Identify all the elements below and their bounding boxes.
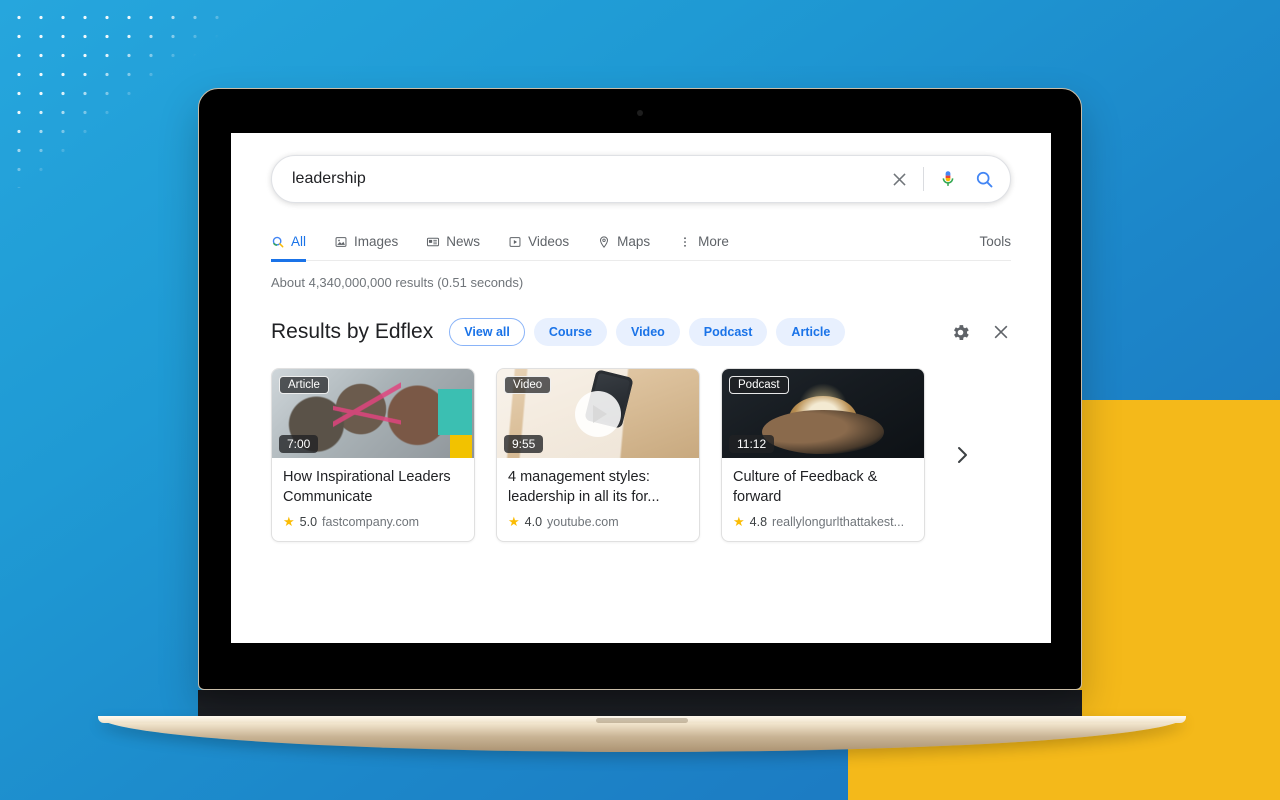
card-body: Culture of Feedback & forward ★ 4.8 real… [722, 458, 924, 541]
tab-label: More [698, 234, 729, 249]
gear-icon [954, 324, 969, 340]
card-rating: 5.0 [299, 515, 318, 529]
card-duration: 7:00 [279, 435, 319, 453]
laptop-base-notch [596, 718, 688, 723]
card-source: fastcompany.com [322, 515, 420, 529]
tab-videos[interactable]: Videos [508, 223, 569, 261]
tab-news[interactable]: News [426, 223, 480, 261]
chip-podcast[interactable]: Podcast [688, 318, 768, 346]
laptop-screen: All Images [231, 133, 1051, 643]
tools-button[interactable]: Tools [979, 234, 1011, 249]
tab-maps[interactable]: Maps [597, 223, 650, 261]
tab-label: Images [354, 234, 399, 249]
laptop-mockup: All Images [98, 88, 1186, 752]
tab-label: All [291, 234, 307, 249]
card-meta: ★ 4.8 reallylongurlthattakest... [733, 514, 913, 530]
tab-images[interactable]: Images [334, 223, 398, 261]
card-meta: ★ 5.0 fastcompany.com [283, 514, 463, 530]
tab-all[interactable]: All [271, 223, 307, 262]
more-vertical-icon [684, 236, 687, 247]
card-source: youtube.com [547, 515, 619, 529]
tab-label: Maps [617, 234, 651, 249]
card-meta: ★ 4.0 youtube.com [508, 514, 688, 530]
carousel-next-button[interactable] [946, 443, 978, 467]
laptop-lid: All Images [198, 88, 1082, 690]
card-body: 4 management styles: leadership in all i… [497, 458, 699, 541]
card-duration: 11:12 [729, 435, 775, 453]
chip-course[interactable]: Course [533, 318, 607, 346]
star-icon: ★ [733, 514, 745, 529]
tab-more[interactable]: More [678, 223, 729, 261]
card-rating: 4.0 [524, 515, 543, 529]
chip-view-all[interactable]: View all [449, 318, 525, 346]
microphone-icon [942, 171, 954, 186]
card-body: How Inspirational Leaders Communicate ★ … [272, 458, 474, 541]
play-button-icon[interactable] [575, 390, 621, 437]
chip-article[interactable]: Article [776, 318, 846, 346]
close-module-button[interactable] [991, 322, 1011, 342]
result-card[interactable]: Podcast 11:12 Culture of Feedback & forw… [721, 368, 925, 542]
result-count: About 4,340,000,000 results (0.51 second… [271, 275, 524, 290]
card-source: reallylongurlthattakest... [772, 515, 905, 529]
search-icon [272, 236, 284, 247]
tab-label: News [446, 234, 481, 249]
clear-search-button[interactable] [881, 161, 917, 197]
edflex-title: Results by Edflex [271, 320, 434, 343]
card-title: 4 management styles: leadership in all i… [508, 469, 660, 505]
card-duration: 9:55 [504, 435, 544, 453]
tab-label: Videos [528, 234, 570, 249]
search-input[interactable] [292, 170, 881, 188]
settings-button[interactable] [950, 322, 971, 343]
chevron-right-icon [958, 447, 967, 463]
card-title: How Inspirational Leaders Communicate [283, 469, 451, 505]
map-pin-icon [600, 235, 609, 248]
decorative-dot-grid [8, 8, 228, 188]
search-results-page: All Images [231, 133, 1051, 542]
newspaper-icon [427, 237, 440, 246]
close-icon [892, 172, 906, 186]
image-icon [335, 236, 347, 247]
card-type-badge: Podcast [729, 376, 789, 394]
card-title: Culture of Feedback & forward [733, 469, 878, 505]
search-bar[interactable] [271, 155, 1011, 203]
card-type-badge: Video [504, 376, 552, 394]
edflex-header: Results by Edflex View all Course Video … [271, 318, 1011, 346]
search-tabs: All Images News Videos Maps More Tools [271, 223, 1011, 262]
voice-search-button[interactable] [930, 161, 966, 197]
card-thumbnail: Podcast 11:12 [722, 369, 924, 458]
card-rating: 4.8 [749, 515, 768, 529]
search-submit-button[interactable] [966, 161, 1002, 197]
video-icon [509, 236, 521, 247]
card-type-badge: Article [279, 376, 329, 394]
card-thumbnail: Article 7:00 [272, 369, 474, 458]
edflex-header-actions [950, 322, 1011, 343]
star-icon: ★ [283, 514, 295, 529]
edflex-filter-chips: View all Course Video Podcast Article [449, 318, 950, 346]
edflex-card-carousel: Article 7:00 How Inspirational Leaders C… [271, 368, 1011, 542]
webcam-dot [637, 110, 643, 116]
close-icon [994, 325, 1008, 339]
search-icon [976, 171, 992, 187]
result-card[interactable]: Video 9:55 4 management styles: leadersh… [496, 368, 700, 542]
result-card[interactable]: Article 7:00 How Inspirational Leaders C… [271, 368, 475, 542]
chip-video[interactable]: Video [615, 318, 680, 346]
search-divider [923, 167, 924, 191]
card-thumbnail: Video 9:55 [497, 369, 699, 458]
star-icon: ★ [508, 514, 520, 529]
